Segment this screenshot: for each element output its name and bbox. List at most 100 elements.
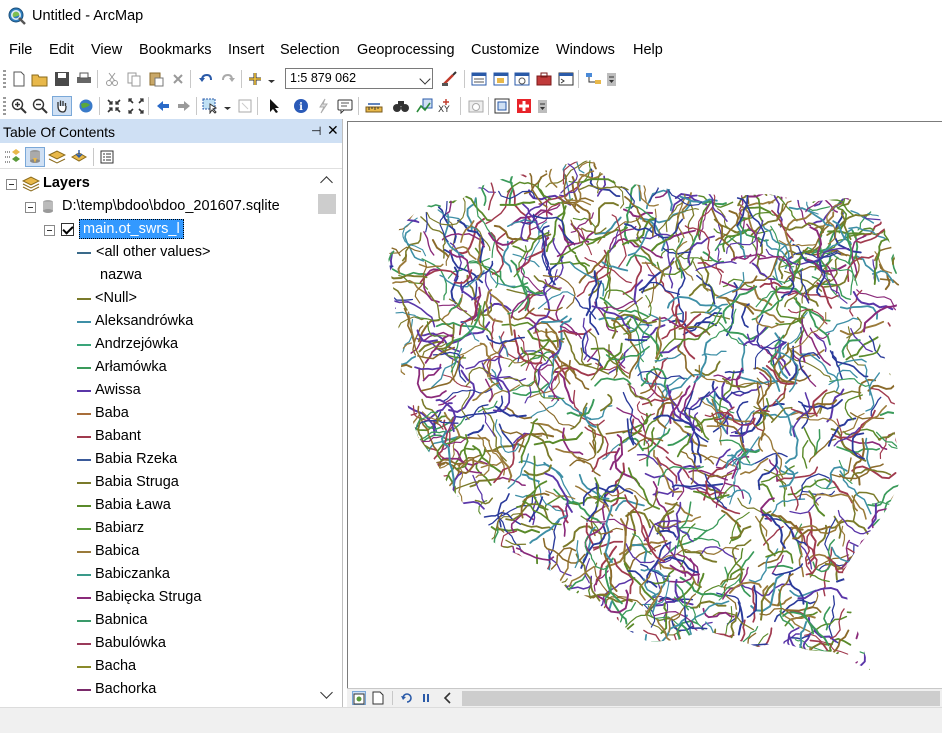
scroll-up-icon[interactable]: [320, 176, 333, 189]
find-route-icon[interactable]: [414, 96, 434, 116]
go-to-xy-icon[interactable]: XY: [436, 96, 456, 116]
menu-customize[interactable]: Customize: [471, 42, 540, 58]
add-data-icon[interactable]: [246, 69, 266, 89]
legend-row[interactable]: Aleksandrówka: [0, 311, 322, 333]
legend-row[interactable]: Babia Struga: [0, 472, 322, 494]
pan-icon[interactable]: [52, 96, 72, 116]
create-viewer-window-icon[interactable]: [492, 96, 512, 116]
select-elements-icon[interactable]: [264, 96, 284, 116]
hyperlink-icon[interactable]: [313, 96, 333, 116]
map-scale-combo[interactable]: 1:5 879 062: [285, 68, 433, 89]
new-document-icon[interactable]: [9, 69, 29, 89]
tree-row-layers[interactable]: Layers: [0, 173, 322, 195]
legend-row[interactable]: Babnica: [0, 610, 322, 632]
toolbar-options-chevron-icon[interactable]: [607, 73, 616, 86]
scroll-down-icon[interactable]: [320, 686, 333, 699]
list-by-selection-icon[interactable]: [69, 147, 89, 167]
legend-row[interactable]: Babiczanka: [0, 564, 322, 586]
swipe-icon[interactable]: [514, 96, 534, 116]
collapse-icon[interactable]: [25, 202, 36, 213]
layer-visibility-checkbox[interactable]: [61, 223, 74, 236]
map-display[interactable]: [347, 121, 942, 688]
back-extent-icon[interactable]: [153, 96, 173, 116]
legend-row[interactable]: Andrzejówka: [0, 334, 322, 356]
legend-row[interactable]: Baba: [0, 403, 322, 425]
paste-icon[interactable]: [146, 69, 166, 89]
delete-icon[interactable]: [168, 69, 188, 89]
rivers-map[interactable]: [348, 122, 942, 689]
refresh-icon[interactable]: [400, 691, 414, 705]
fixed-zoom-in-icon[interactable]: [104, 96, 124, 116]
menu-windows[interactable]: Windows: [556, 42, 615, 58]
legend-row[interactable]: Babia Ława: [0, 495, 322, 517]
save-icon[interactable]: [52, 69, 72, 89]
legend-row[interactable]: Babica: [0, 541, 322, 563]
redo-icon[interactable]: [218, 69, 238, 89]
map-horizontal-scrollbar[interactable]: [462, 691, 940, 706]
open-icon[interactable]: [30, 69, 50, 89]
tree-row-source[interactable]: D:\temp\bdoo\bdoo_201607.sqlite: [0, 196, 322, 218]
toolbar-grip[interactable]: [3, 97, 6, 115]
legend-row[interactable]: Babia Rzeka: [0, 449, 322, 471]
toolbar-grip[interactable]: [3, 70, 6, 88]
legend-row[interactable]: Babant: [0, 426, 322, 448]
menu-help[interactable]: Help: [633, 42, 663, 58]
search-window-icon[interactable]: [512, 69, 532, 89]
chevron-down-icon[interactable]: [419, 73, 431, 85]
chevron-down-icon[interactable]: [267, 73, 276, 86]
options-icon[interactable]: [97, 147, 117, 167]
list-by-drawing-order-icon[interactable]: [3, 147, 23, 167]
menu-file[interactable]: File: [9, 42, 32, 58]
identify-icon[interactable]: i: [291, 96, 311, 116]
zoom-out-icon[interactable]: [30, 96, 50, 116]
find-icon[interactable]: [391, 96, 411, 116]
close-icon[interactable]: ✕: [327, 122, 339, 139]
legend-row[interactable]: Awissa: [0, 380, 322, 402]
menu-insert[interactable]: Insert: [228, 42, 264, 58]
pause-drawing-icon[interactable]: [420, 691, 434, 705]
legend-row[interactable]: Arłamówka: [0, 357, 322, 379]
catalog-icon[interactable]: [491, 69, 511, 89]
arctoolbox-icon[interactable]: [534, 69, 554, 89]
legend-row[interactable]: Bachorka: [0, 679, 322, 701]
table-of-contents-icon[interactable]: [469, 69, 489, 89]
scroll-left-icon[interactable]: [442, 691, 456, 705]
measure-icon[interactable]: [364, 96, 384, 116]
legend-row[interactable]: Bacha: [0, 656, 322, 678]
layer-name[interactable]: main.ot_swrs_l: [79, 219, 184, 239]
list-by-visibility-icon[interactable]: [47, 147, 67, 167]
zoom-in-icon[interactable]: [9, 96, 29, 116]
collapse-icon[interactable]: [44, 225, 55, 236]
fixed-zoom-out-icon[interactable]: [126, 96, 146, 116]
legend-row[interactable]: Babulówka: [0, 633, 322, 655]
legend-row[interactable]: Babięcka Struga: [0, 587, 322, 609]
toc-vertical-scrollbar[interactable]: [318, 170, 340, 707]
editor-toolbar-icon[interactable]: [440, 69, 460, 89]
cut-icon[interactable]: [102, 69, 122, 89]
time-slider-icon[interactable]: [466, 96, 486, 116]
legend-row-all-other[interactable]: <all other values>: [0, 242, 322, 264]
menu-bookmarks[interactable]: Bookmarks: [139, 42, 212, 58]
chevron-down-icon[interactable]: [223, 100, 232, 113]
menu-selection[interactable]: Selection: [280, 42, 340, 58]
model-builder-icon[interactable]: [584, 69, 604, 89]
list-by-source-icon[interactable]: [25, 147, 45, 167]
menu-edit[interactable]: Edit: [49, 42, 74, 58]
layout-view-icon[interactable]: [372, 691, 386, 705]
data-view-icon[interactable]: [352, 691, 366, 705]
forward-extent-icon[interactable]: [174, 96, 194, 116]
scrollbar-thumb[interactable]: [318, 194, 336, 214]
undo-icon[interactable]: [196, 69, 216, 89]
full-extent-icon[interactable]: [76, 96, 96, 116]
pin-icon[interactable]: ⊣: [311, 124, 321, 138]
menu-geoprocessing[interactable]: Geoprocessing: [357, 42, 455, 58]
python-window-icon[interactable]: [556, 69, 576, 89]
html-popup-icon[interactable]: [335, 96, 355, 116]
menu-view[interactable]: View: [91, 42, 122, 58]
toolbar-options-chevron-icon[interactable]: [538, 100, 547, 113]
collapse-icon[interactable]: [6, 179, 17, 190]
print-icon[interactable]: [74, 69, 94, 89]
tree-row-layer[interactable]: main.ot_swrs_l: [0, 219, 322, 241]
copy-icon[interactable]: [124, 69, 144, 89]
legend-row[interactable]: Babiarz: [0, 518, 322, 540]
